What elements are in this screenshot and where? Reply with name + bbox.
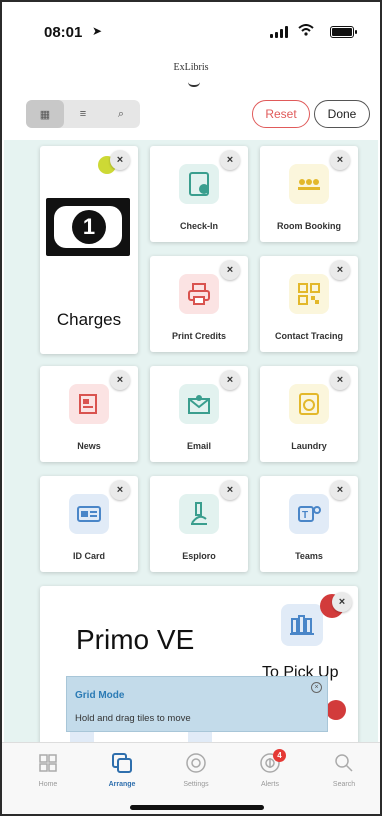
done-button[interactable]: Done	[314, 100, 370, 128]
arrange-icon	[92, 749, 152, 777]
reset-button[interactable]: Reset	[252, 100, 310, 128]
grid-view-icon[interactable]: ▦	[26, 100, 64, 128]
remove-email-button[interactable]: ×	[220, 370, 240, 390]
tile-label: Email	[186, 441, 211, 451]
tab-home[interactable]: Home	[18, 749, 78, 788]
check-in-icon	[179, 164, 219, 204]
count-badge	[326, 700, 346, 720]
location-icon: ➤	[92, 24, 103, 38]
tab-search[interactable]: Search	[314, 749, 374, 788]
hint-body: Hold and drag tiles to move	[75, 713, 191, 724]
banknote-icon: 1	[46, 198, 130, 256]
tile-label: Charges	[56, 310, 122, 329]
news-icon	[69, 384, 109, 424]
remove-esploro-button[interactable]: ×	[220, 480, 240, 500]
microscope-icon	[179, 494, 219, 534]
remove-primo-button[interactable]: ×	[332, 592, 352, 612]
status-bar: 08:01 ➤	[2, 2, 380, 46]
tile-label: News	[77, 441, 101, 451]
list-view-icon[interactable]: ≡	[64, 100, 102, 128]
tile-label: Esploro	[182, 551, 216, 561]
alerts-badge: 4	[273, 749, 286, 762]
laundry-icon	[289, 384, 329, 424]
remove-check-in-button[interactable]: ×	[220, 150, 240, 170]
alerts-icon: 4	[240, 749, 300, 777]
app-logo: ExLibris	[173, 62, 209, 73]
tile-label: ID Card	[72, 551, 105, 561]
remove-contact-tracing-button[interactable]: ×	[330, 260, 350, 280]
tile-label: Laundry	[291, 441, 327, 451]
tab-bar: Home Arrange Settings 4 Alerts Search	[2, 742, 380, 814]
bill-number: 1	[72, 210, 106, 244]
settings-icon	[166, 749, 226, 777]
hint-close-icon[interactable]: ×	[311, 682, 322, 693]
search-tab-icon	[314, 749, 374, 777]
view-switcher: ▦ ≡ ⌕	[26, 100, 140, 128]
tab-label: Arrange	[108, 781, 136, 788]
tile-label: Print Credits	[171, 331, 226, 341]
tab-alerts[interactable]: 4 Alerts	[240, 749, 300, 788]
primo-title: Primo VE	[76, 624, 195, 655]
remove-id-card-button[interactable]: ×	[110, 480, 130, 500]
logo-mark	[188, 82, 200, 87]
home-icon	[18, 749, 78, 777]
remove-room-booking-button[interactable]: ×	[330, 150, 350, 170]
email-icon	[179, 384, 219, 424]
grid-mode-hint: Grid Mode Hold and drag tiles to move ×	[66, 676, 328, 732]
tile-label: Teams	[295, 551, 323, 561]
id-card-icon	[69, 494, 109, 534]
tab-label: Search	[332, 781, 356, 788]
tile-label: Contact Tracing	[274, 331, 343, 341]
room-booking-icon	[289, 164, 329, 204]
tab-settings[interactable]: Settings	[166, 749, 226, 788]
arrange-toolbar: ▦ ≡ ⌕ Reset Done	[2, 98, 380, 138]
tile-charges[interactable]: 1 Charges	[40, 146, 138, 354]
qr-code-icon	[289, 274, 329, 314]
tab-label: Home	[38, 781, 58, 788]
home-indicator	[130, 805, 264, 810]
tile-grid: 1 Charges × Check-In × Room Booking × Pr…	[4, 140, 378, 742]
hint-title: Grid Mode	[75, 690, 125, 701]
tab-label: Alerts	[261, 781, 279, 788]
tile-label: Room Booking	[277, 221, 341, 231]
tab-label: Settings	[183, 781, 209, 788]
printer-icon	[179, 274, 219, 314]
search-icon[interactable]: ⌕	[102, 100, 140, 128]
battery-icon	[330, 26, 357, 38]
books-icon	[281, 604, 323, 646]
tab-arrange[interactable]: Arrange	[92, 749, 152, 788]
phone-frame: 08:01 ➤ ExLibris ▦ ≡ ⌕ Reset Done 1 Char…	[0, 0, 382, 816]
status-time: 08:01	[44, 24, 83, 41]
teams-icon: T	[289, 494, 329, 534]
signal-icon	[270, 26, 288, 38]
remove-news-button[interactable]: ×	[110, 370, 130, 390]
tile-label: Check-In	[179, 221, 218, 231]
remove-teams-button[interactable]: ×	[330, 480, 350, 500]
svg-text:T: T	[302, 510, 308, 521]
wifi-icon	[298, 23, 314, 40]
remove-laundry-button[interactable]: ×	[330, 370, 350, 390]
remove-charges-button[interactable]: ×	[110, 150, 130, 170]
remove-print-credits-button[interactable]: ×	[220, 260, 240, 280]
